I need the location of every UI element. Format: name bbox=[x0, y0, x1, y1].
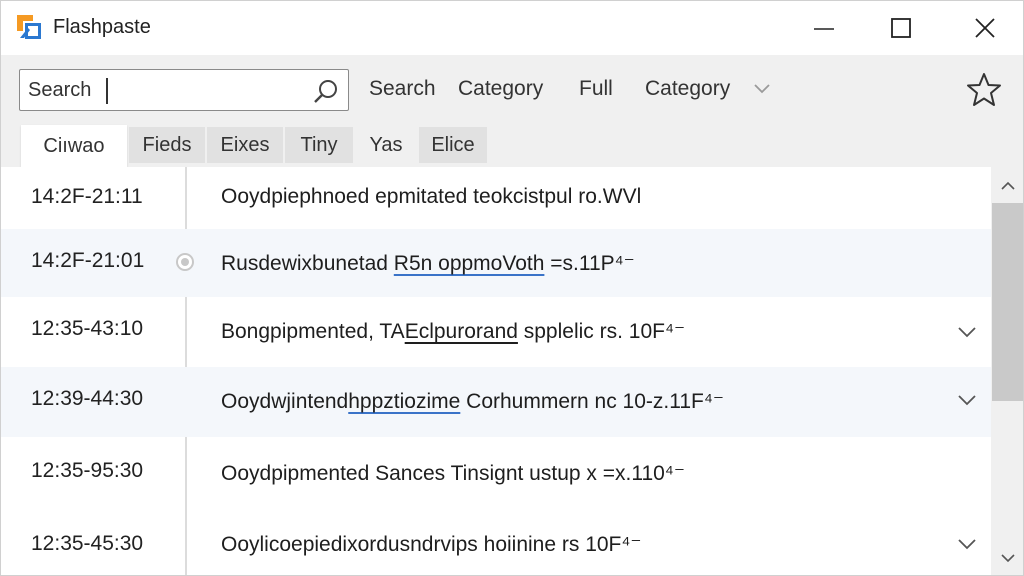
star-icon[interactable] bbox=[965, 71, 1003, 109]
tab-elice[interactable]: Elice bbox=[419, 127, 487, 163]
list-item[interactable]: 12:35-95:30 Ooydpipmented Sances Tinsign… bbox=[1, 437, 991, 507]
item-text: Ooydpiephnoed epmitated teokcistpul ro.W… bbox=[221, 185, 642, 208]
tab-fieds[interactable]: Fieds bbox=[129, 127, 205, 163]
item-text: Rusdewixbunetad R5n oppmoVoth =s.11P⁴⁻ bbox=[221, 251, 635, 276]
close-icon bbox=[975, 18, 995, 38]
list-item[interactable]: 14:2F-21:11 Ooydpiephnoed epmitated teok… bbox=[1, 167, 991, 229]
item-timestamp: 14:2F-21:01 bbox=[31, 249, 145, 272]
chevron-down-icon[interactable] bbox=[957, 537, 977, 551]
tab-eixes[interactable]: Eixes bbox=[207, 127, 283, 163]
chevron-down-icon[interactable] bbox=[957, 325, 977, 339]
scroll-down-button[interactable] bbox=[991, 547, 1023, 569]
text-caret bbox=[106, 78, 108, 104]
item-text-part: Rusdewixbunetad bbox=[221, 252, 394, 275]
maximize-icon bbox=[891, 18, 911, 38]
title-bar: Flashpaste bbox=[1, 1, 1023, 55]
item-timestamp: 12:35-45:30 bbox=[31, 532, 144, 555]
minimize-icon bbox=[814, 28, 834, 30]
tab-bar: Ciıwao Fieds Eixes Tiny Yas Elice bbox=[1, 123, 1023, 167]
search-input[interactable] bbox=[28, 77, 308, 103]
search-box[interactable] bbox=[19, 69, 349, 111]
tab-tiny[interactable]: Tiny bbox=[285, 127, 353, 163]
minimize-button[interactable] bbox=[796, 1, 852, 55]
vertical-scrollbar[interactable] bbox=[991, 167, 1023, 575]
tab-yas[interactable]: Yas bbox=[355, 127, 417, 163]
item-text-part: Bongpipmented, TA bbox=[221, 320, 405, 343]
chevron-down-icon[interactable] bbox=[957, 393, 977, 407]
clipboard-history-list: 14:2F-21:11 Ooydpiephnoed epmitated teok… bbox=[1, 167, 991, 575]
list-item[interactable]: 12:39-44:30 Ooydwjintendhppztiozime Corh… bbox=[1, 367, 991, 437]
app-window: Flashpaste Search Search Category Full C… bbox=[0, 0, 1024, 576]
tab-ciiwao[interactable]: Ciıwao bbox=[21, 125, 127, 167]
item-text-part: Corhummern nc 10-z.11F⁴⁻ bbox=[460, 390, 724, 413]
close-button[interactable] bbox=[957, 1, 1013, 55]
toolbar: Search Category Full Category bbox=[1, 55, 1023, 123]
item-text: Bongpipmented, TAEclpurorand spplelic rs… bbox=[221, 319, 685, 344]
search-button[interactable]: Search bbox=[369, 77, 436, 101]
category-button[interactable]: Category bbox=[458, 77, 543, 101]
item-timestamp: 12:35-43:10 bbox=[31, 317, 144, 340]
item-text: Ooydpipmented Sances Tinsignt ustup x =x… bbox=[221, 462, 685, 485]
item-link-text[interactable]: R5n oppmoVoth bbox=[394, 252, 545, 275]
maximize-button[interactable] bbox=[873, 1, 929, 55]
list-item[interactable]: 12:35-43:10 Bongpipmented, TAEclpurorand… bbox=[1, 297, 991, 367]
item-text-part: Eclpurorand bbox=[404, 320, 518, 343]
item-text-part: Ooydwjintend bbox=[221, 390, 349, 413]
item-timestamp: 12:35-95:30 bbox=[31, 459, 144, 482]
item-text-part: spplelic rs. 10F⁴⁻ bbox=[517, 320, 686, 343]
item-timestamp: 14:2F-21:11 bbox=[31, 185, 143, 208]
chevron-up-icon bbox=[1001, 181, 1015, 190]
item-text: Ooydwjintendhppztiozime Corhummern nc 10… bbox=[221, 389, 724, 414]
flashpaste-logo-icon bbox=[17, 15, 41, 39]
list-item[interactable]: 12:35-45:30 Ooylicoepiedixordusndrvips h… bbox=[1, 507, 991, 575]
full-button[interactable]: Full bbox=[579, 77, 613, 101]
list-item[interactable]: 14:2F-21:01 Rusdewixbunetad R5n oppmoVot… bbox=[1, 229, 991, 297]
item-text: Ooylicoepiedixordusndrvips hoiinine rs 1… bbox=[221, 533, 642, 556]
timeline-marker bbox=[176, 253, 194, 271]
item-text-part: =s.11P⁴⁻ bbox=[544, 252, 635, 275]
scroll-thumb[interactable] bbox=[992, 203, 1023, 401]
chevron-down-icon bbox=[1001, 554, 1015, 563]
app-title: Flashpaste bbox=[53, 16, 151, 38]
search-icon[interactable] bbox=[312, 78, 340, 106]
category-dropdown[interactable]: Category bbox=[645, 77, 730, 101]
item-link-text[interactable]: hppztiozime bbox=[348, 390, 460, 413]
chevron-down-icon[interactable] bbox=[753, 83, 771, 95]
item-timestamp: 12:39-44:30 bbox=[31, 387, 144, 410]
scroll-up-button[interactable] bbox=[991, 175, 1023, 197]
